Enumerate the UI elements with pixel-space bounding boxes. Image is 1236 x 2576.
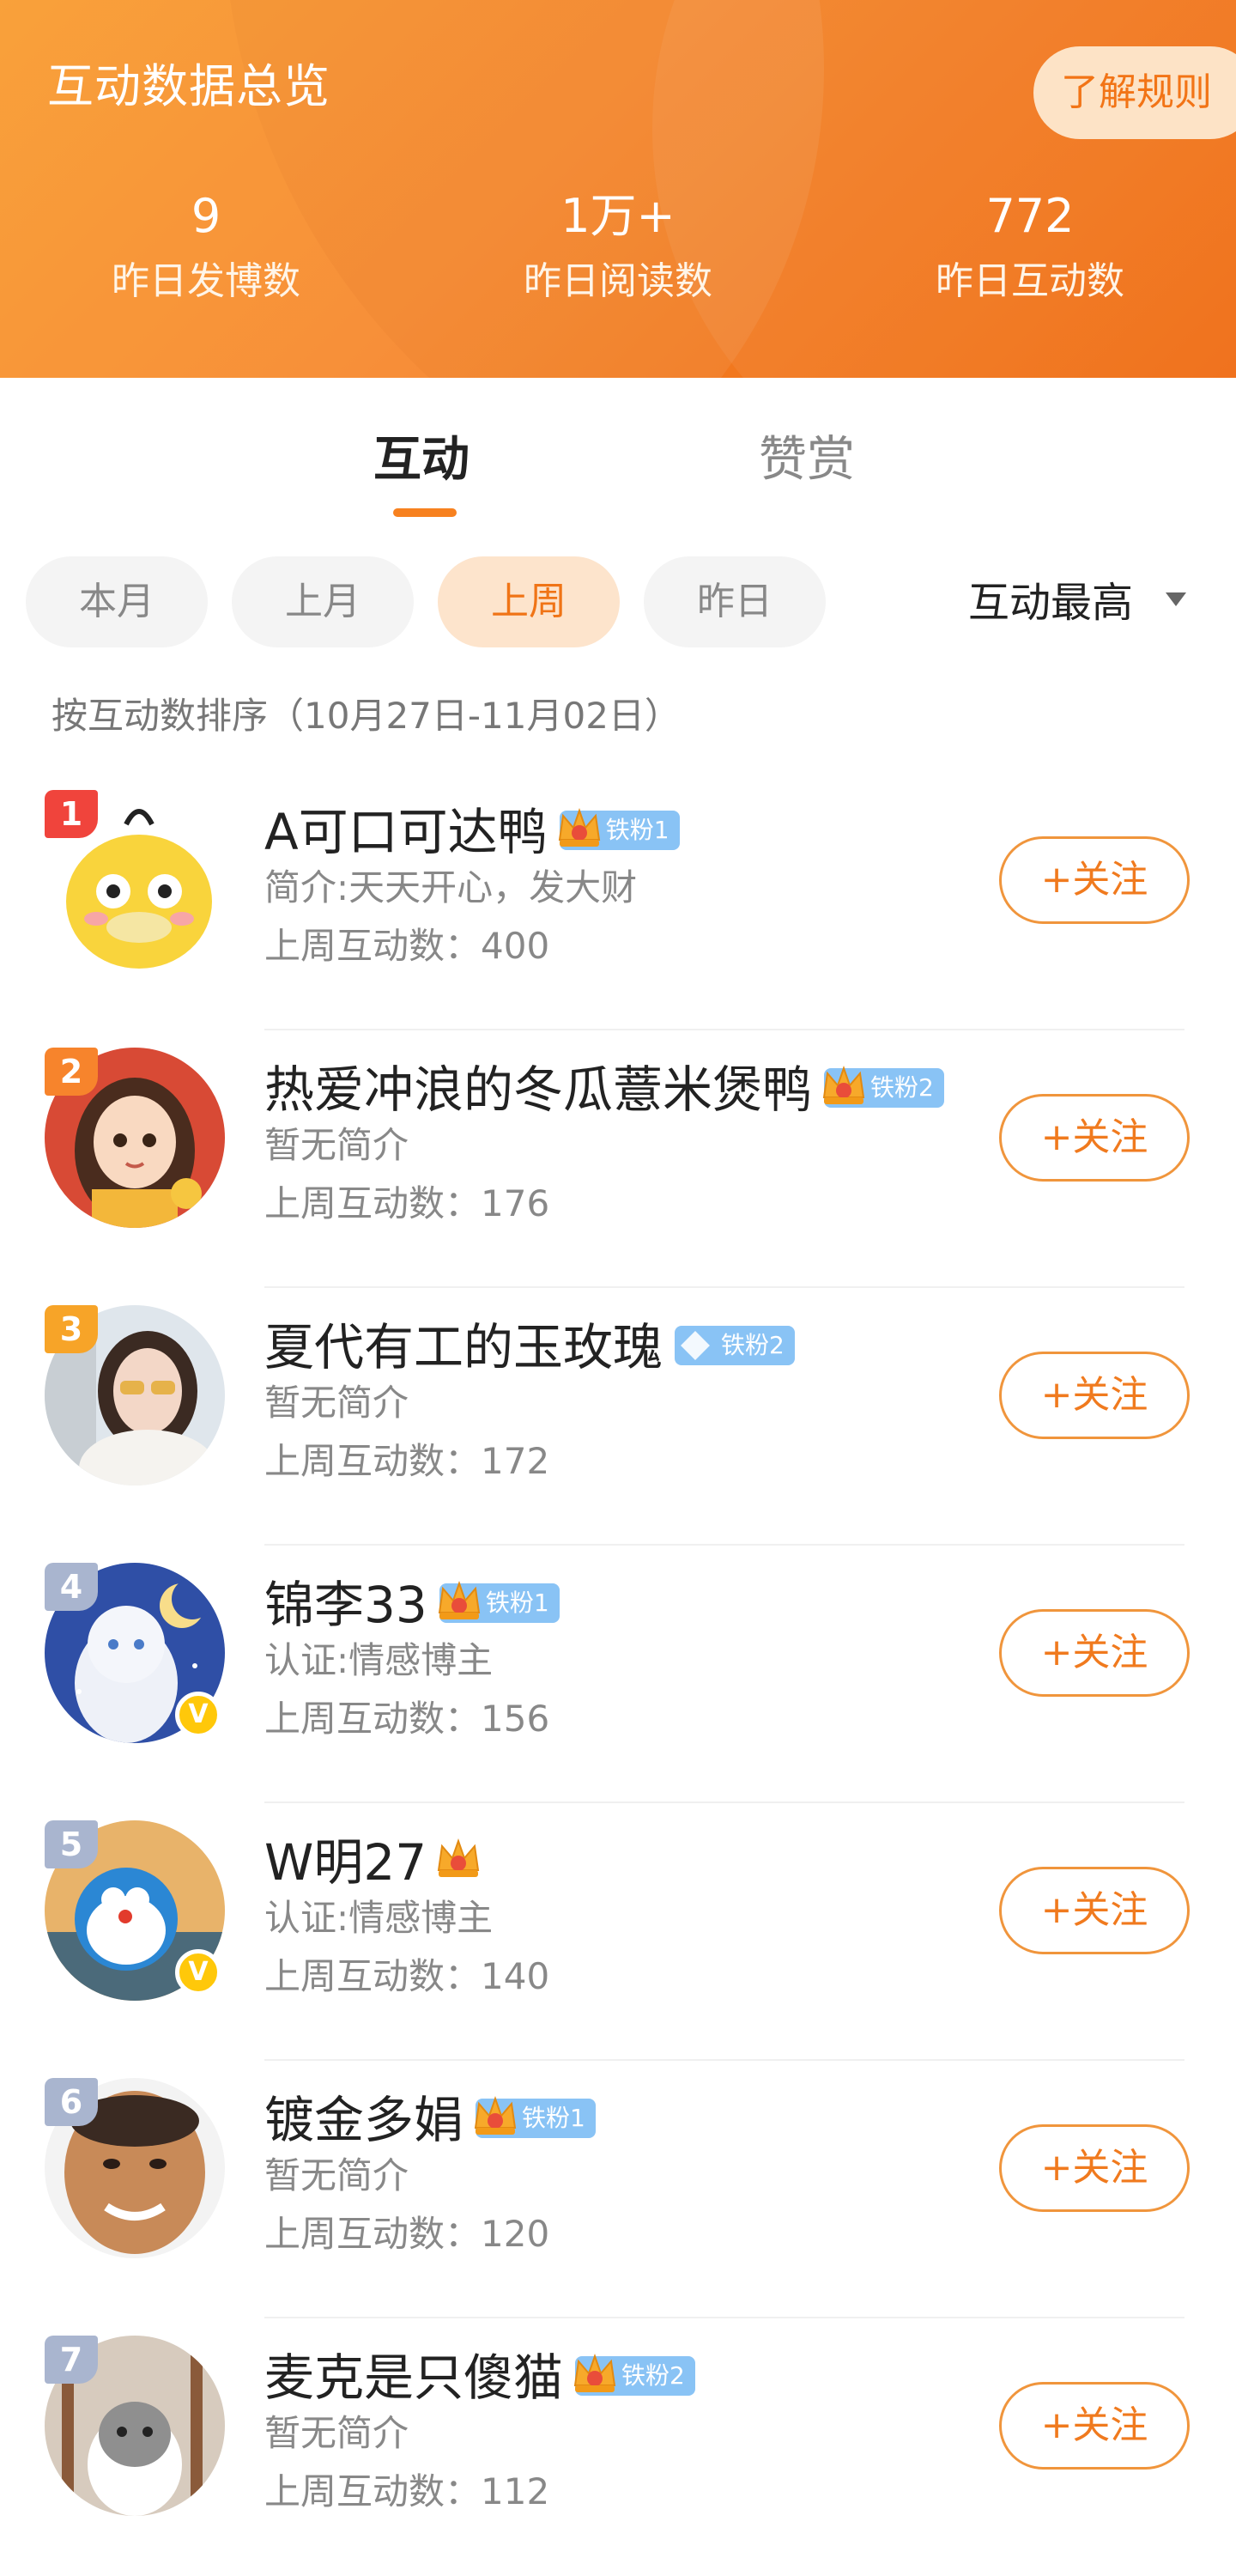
follow-button[interactable]: +关注 [999,2124,1190,2212]
stat-value: 9 [191,189,221,243]
rank-badge: 7 [45,2336,98,2384]
filter-last-week[interactable]: 上周 [438,556,620,647]
rank-badge: 3 [45,1305,98,1353]
list-item[interactable]: 4 V 锦李33 铁粉1 认证:情感博主 上周互动数：156 +关注 [0,1546,1236,1803]
user-bio: 暂无简介 [264,1382,409,1424]
user-name[interactable]: 热爱冲浪的冬瓜薏米煲鸭 铁粉2 [264,1049,944,1121]
tab-interaction[interactable]: 互动 [373,421,470,490]
interaction-count: 上周互动数：112 [264,2470,550,2512]
sort-dropdown[interactable]: 互动最高 [968,568,1133,629]
fan-badge-label: 铁粉2 [870,1072,934,1102]
stat-label: 昨日阅读数 [524,259,712,303]
tab-reward[interactable]: 赞赏 [759,421,855,490]
fan-level-badge: 铁粉1 [438,1580,560,1623]
filter-last-month[interactable]: 上月 [232,556,414,647]
user-name-text[interactable]: A可口可达鸭 [264,803,548,861]
fan-level-badge: 铁粉2 [675,1325,795,1365]
user-name-text[interactable]: 锦李33 [264,1576,427,1634]
interaction-count: 上周互动数：400 [264,925,550,967]
diamond-icon [681,1330,710,1360]
user-bio: 暂无简介 [264,2154,409,2196]
interaction-count: 上周互动数：176 [264,1182,550,1224]
user-bio: 暂无简介 [264,1124,409,1166]
rules-button[interactable]: 了解规则 [1033,46,1236,139]
sort-description: 按互动数排序（10月27日-11月02日） [52,695,681,737]
user-bio: 认证:情感博主 [264,1639,494,1681]
fan-badge-label: 铁粉1 [485,1588,549,1617]
filter-this-month[interactable]: 本月 [26,556,208,647]
stat-interactions: 772 昨日互动数 [824,189,1236,306]
header-banner: 互动数据总览 了解规则 9 昨日发博数 1万+ 昨日阅读数 772 昨日互动数 [0,0,1236,378]
stat-label: 昨日互动数 [936,259,1124,303]
user-name[interactable]: 夏代有工的玉玫瑰 铁粉2 [264,1307,795,1379]
user-name-text[interactable]: 麦克是只傻猫 [264,2348,563,2407]
stat-value: 772 [985,189,1075,243]
user-bio: 简介:天天开心，发大财 [264,866,638,908]
interaction-count: 上周互动数：140 [264,1955,550,1997]
stat-value: 1万+ [560,189,676,243]
follow-button[interactable]: +关注 [999,1609,1190,1697]
rank-badge: 1 [45,790,98,838]
follow-button[interactable]: +关注 [999,836,1190,924]
fan-level-badge: 铁粉1 [474,2095,596,2138]
page-title: 互动数据总览 [47,59,330,113]
rank-badge: 4 [45,1563,98,1611]
crown-badge-icon [438,1838,488,1880]
list-item[interactable]: 6 镀金多娟 铁粉1 暂无简介 上周互动数：120 +关注 [0,2061,1236,2318]
active-tab-indicator [393,508,457,517]
follow-button[interactable]: +关注 [999,1867,1190,1954]
user-name[interactable]: 镀金多娟 铁粉1 [264,2080,596,2152]
verified-icon: V [175,1692,221,1738]
user-name[interactable]: A可口可达鸭 铁粉1 [264,792,680,864]
filter-yesterday[interactable]: 昨日 [644,556,826,647]
user-name-text[interactable]: 夏代有工的玉玫瑰 [264,1318,663,1376]
follow-button[interactable]: +关注 [999,1094,1190,1182]
list-item[interactable]: 7 麦克是只傻猫 铁粉2 暂无简介 上周互动数：112 +关注 [0,2318,1236,2576]
interaction-count: 上周互动数：156 [264,1698,550,1740]
user-name-text[interactable]: 热爱冲浪的冬瓜薏米煲鸭 [264,1060,812,1119]
list-item[interactable]: 5 V W明27 认证:情感博主 上周互动数：140 +关注 [0,1803,1236,2061]
user-bio: 暂无简介 [264,2412,409,2454]
list-item[interactable]: 3 夏代有工的玉玫瑰 铁粉2 暂无简介 上周互动数：172 +关注 [0,1288,1236,1546]
list-item[interactable]: 1 A可口可达鸭 铁粉1 简介:天天开心，发大财 上周互动数：400 +关注 [0,773,1236,1030]
user-name[interactable]: W明27 [264,1822,488,1894]
interaction-count: 上周互动数：120 [264,2213,550,2255]
user-name[interactable]: 锦李33 铁粉1 [264,1564,560,1637]
tab-bar: 互动 赞赏 [0,412,1236,532]
stat-reads: 1万+ 昨日阅读数 [412,189,824,306]
fan-badge-label: 铁粉2 [621,2360,685,2390]
follow-button[interactable]: +关注 [999,2382,1190,2470]
interaction-count: 上周互动数：172 [264,1440,550,1482]
rank-badge: 5 [45,1820,98,1868]
user-bio: 认证:情感博主 [264,1897,494,1939]
stat-posts: 9 昨日发博数 [0,189,412,306]
rank-badge: 2 [45,1048,98,1096]
user-name-text[interactable]: W明27 [264,1833,427,1892]
follow-button[interactable]: +关注 [999,1352,1190,1439]
fan-level-badge: 铁粉1 [558,807,680,850]
verified-icon: V [175,1949,221,1996]
list-item[interactable]: 2 热爱冲浪的冬瓜薏米煲鸭 铁粉2 暂无简介 上周互动数：176 +关注 [0,1030,1236,1288]
fan-level-badge: 铁粉2 [573,2353,695,2396]
rank-badge: 6 [45,2078,98,2126]
stat-label: 昨日发博数 [112,259,300,303]
caret-down-icon[interactable] [1166,592,1186,606]
user-name-text[interactable]: 镀金多娟 [264,2091,464,2149]
fan-level-badge: 铁粉2 [822,1065,944,1108]
user-name[interactable]: 麦克是只傻猫 铁粉2 [264,2337,695,2409]
fan-badge-label: 铁粉1 [522,2103,585,2132]
fan-badge-label: 铁粉1 [605,815,670,844]
fan-badge-label: 铁粉2 [721,1330,785,1359]
